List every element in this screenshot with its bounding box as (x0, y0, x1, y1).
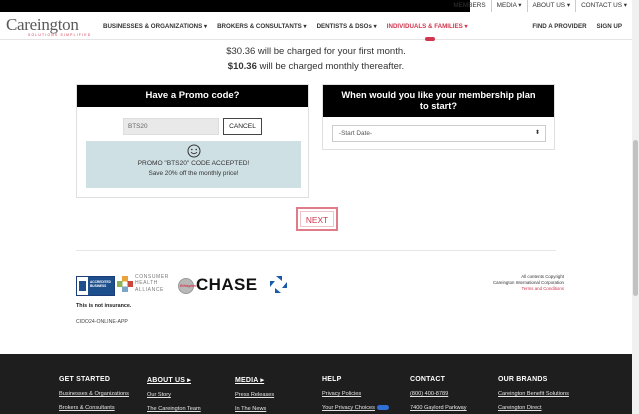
bbb-seal-icon (77, 277, 88, 295)
footer-link-our-story[interactable]: Our Story (147, 392, 201, 398)
footer-col-contact: CONTACT (800) 400-8789 7400 Gaylord Park… (410, 376, 467, 411)
utility-contact-link[interactable]: CONTACT US ▾ (575, 0, 632, 12)
chase-octagon-icon (270, 276, 287, 293)
footer-col-help: HELP Privacy Policies Your Privacy Choic… (322, 376, 389, 411)
monthly-charge: $10.36 will be charged monthly thereafte… (0, 61, 632, 72)
application-code: CIDO24-ONLINE-APP (76, 319, 128, 325)
site-footer: GET STARTED Businesses & Organizations B… (0, 354, 632, 414)
scrollbar-thumb[interactable] (633, 140, 638, 296)
footer-heading-contact: CONTACT (410, 376, 446, 383)
utility-nav: MEMBERS MEDIA ▾ ABOUT US ▾ CONTACT US ▾ (448, 0, 632, 12)
utility-members-link[interactable]: MEMBERS (448, 0, 490, 12)
main-nav: BUSINESSES & ORGANIZATIONS ▾ BROKERS & C… (103, 23, 478, 30)
bbb-accredited-badge[interactable]: ACCREDITED BUSINESS (76, 276, 115, 296)
nav-dentists[interactable]: DENTISTS & DSOs ▾ (317, 23, 377, 30)
footer-link-privacy-choices[interactable]: Your Privacy Choices (322, 405, 375, 411)
footer-heading-brands: OUR BRANDS (498, 376, 548, 383)
start-date-select[interactable]: -Start Date- ⬍ (332, 125, 546, 142)
scrolled-text-fragment (425, 36, 439, 42)
promo-panel: Have a Promo code? CANCEL PROMO "BTS20" … (76, 84, 309, 198)
consumer-health-alliance-logo[interactable]: CONSUMER HEALTH ALLIANCE (117, 274, 175, 298)
footer-link-news[interactable]: In The News (235, 406, 274, 412)
footer-heading-about[interactable]: ABOUT US ▸ (147, 376, 201, 384)
select-caret-icon: ⬍ (534, 130, 540, 136)
ethisphere-text: Ethisphere (180, 284, 199, 288)
first-month-charge: $30.36 will be charged for your first mo… (226, 46, 406, 57)
promo-code-input[interactable] (123, 118, 219, 135)
footer-heading-help: HELP (322, 376, 342, 383)
promo-accepted-box: PROMO "BTS20" CODE ACCEPTED! Save 20% of… (86, 141, 301, 188)
header-actions: FIND A PROVIDER SIGN UP (522, 23, 622, 30)
bbb-badge-text: ACCREDITED BUSINESS (88, 277, 114, 295)
membership-heading-line1: When would you like your membership plan (341, 90, 536, 100)
footer-col-get-started: GET STARTED Businesses & Organizations B… (59, 376, 129, 411)
health-cross-icon (117, 276, 133, 292)
footer-col-brands: OUR BRANDS Careington Benefit Solutions … (498, 376, 569, 411)
footer-link-privacy[interactable]: Privacy Policies (322, 391, 389, 397)
promo-discount-text: Save 20% off the monthly price! (148, 170, 239, 177)
logo-tagline: SOLUTIONS SIMPLIFIED (28, 33, 92, 37)
next-button-label: NEXT (300, 211, 334, 227)
section-divider (76, 250, 556, 251)
footer-link-press[interactable]: Press Releases (235, 392, 274, 398)
smile-icon (187, 144, 200, 158)
footer-link-brokers[interactable]: Brokers & Consultants (59, 405, 129, 411)
privacy-toggle-icon (376, 405, 389, 411)
footer-heading-media[interactable]: MEDIA ▸ (235, 376, 274, 384)
footer-col-media: MEDIA ▸ Press Releases In The News (235, 376, 274, 412)
footer-link-team[interactable]: The Careington Team (147, 406, 201, 412)
chc-words: CONSUMER HEALTH ALLIANCE (135, 274, 169, 293)
page-scrollbar[interactable] (632, 0, 639, 414)
footer-link-phone[interactable]: (800) 400-8789 (410, 391, 467, 397)
terms-link[interactable]: Terms and Conditions (493, 286, 564, 292)
cancel-promo-button[interactable]: CANCEL (223, 118, 262, 135)
promo-accepted-text: PROMO "BTS20" CODE ACCEPTED! (137, 160, 250, 167)
footer-link-benefit-solutions[interactable]: Careington Benefit Solutions (498, 391, 569, 397)
footer-link-businesses[interactable]: Businesses & Organizations (59, 391, 129, 397)
footer-link-privacy-choices-row[interactable]: Your Privacy Choices (322, 405, 389, 411)
find-provider-link[interactable]: FIND A PROVIDER (532, 23, 586, 30)
utility-bar-black-strip (0, 0, 470, 12)
promo-heading: Have a Promo code? (77, 85, 308, 107)
copyright-block: All contents Copyright Careington Intern… (493, 274, 564, 292)
footer-link-address[interactable]: 7400 Gaylord Parkway (410, 405, 467, 411)
nav-brokers[interactable]: BROKERS & CONSULTANTS ▾ (217, 23, 307, 30)
membership-start-panel: When would you like your membership plan… (322, 84, 555, 150)
next-button[interactable]: NEXT (296, 207, 338, 231)
bbb-line2: BUSINESS (90, 284, 107, 288)
sign-up-link[interactable]: SIGN UP (597, 23, 622, 30)
utility-bar: MEMBERS MEDIA ▾ ABOUT US ▾ CONTACT US ▾ (0, 0, 632, 12)
footer-link-careington-direct[interactable]: Careington Direct (498, 405, 569, 411)
footer-col-about: ABOUT US ▸ Our Story The Careington Team (147, 376, 201, 412)
nav-individuals[interactable]: INDIVIDUALS & FAMILIES ▾ (387, 23, 468, 30)
nav-businesses[interactable]: BUSINESSES & ORGANIZATIONS ▾ (103, 23, 207, 30)
logo-name: Careington (6, 15, 79, 34)
membership-heading-line2: to start? (419, 101, 458, 111)
careington-logo[interactable]: Careington SOLUTIONS SIMPLIFIED (6, 15, 91, 37)
utility-about-link[interactable]: ABOUT US ▾ (526, 0, 576, 12)
not-insurance-disclaimer: This is not insurance. (76, 303, 132, 309)
main-header: Careington SOLUTIONS SIMPLIFIED BUSINESS… (0, 12, 632, 40)
start-date-value: -Start Date- (339, 130, 373, 137)
ethisphere-badge[interactable]: Ethisphere (178, 278, 199, 294)
monthly-amount: $10.36 (227, 61, 257, 72)
monthly-text: will be charged monthly thereafter. (256, 61, 405, 72)
chc-line3: ALLIANCE (135, 286, 164, 293)
utility-media-link[interactable]: MEDIA ▾ (490, 0, 527, 12)
chase-logo-text[interactable]: CHASE (196, 275, 258, 295)
footer-heading-get-started: GET STARTED (59, 376, 111, 383)
membership-heading: When would you like your membership plan… (323, 85, 554, 117)
